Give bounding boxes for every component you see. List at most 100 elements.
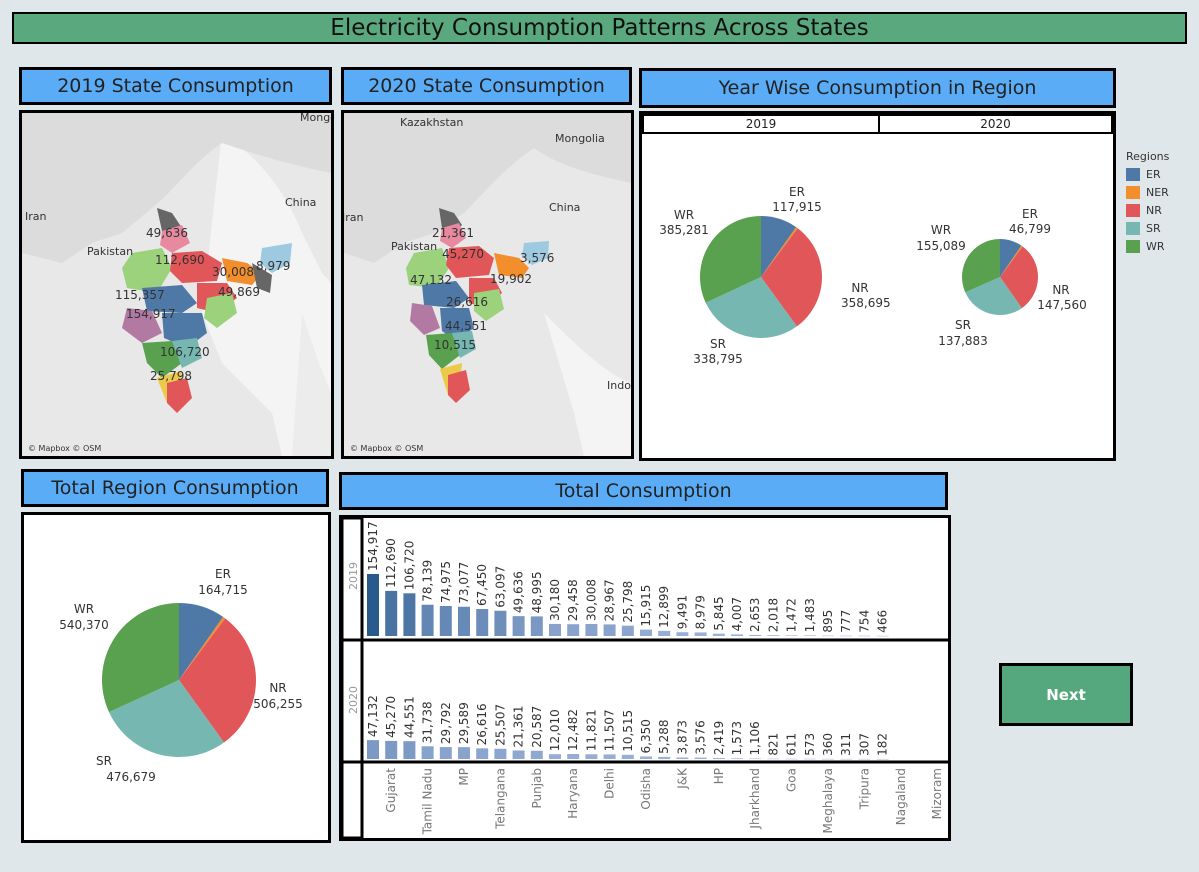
pie-2019[interactable] <box>700 216 822 338</box>
bar-2019-10[interactable] <box>549 623 561 636</box>
bar-2020-3[interactable] <box>421 746 434 759</box>
bar-value-label: 26,616 <box>475 703 489 745</box>
map-2020-value: 26,616 <box>446 295 488 309</box>
bar-2019-11[interactable] <box>567 624 580 636</box>
bar-2020-19[interactable] <box>712 758 725 759</box>
map-2020-value: 19,902 <box>490 272 532 286</box>
bar-value-label: 12,482 <box>566 709 580 751</box>
bar-value-label: 182 <box>876 733 890 756</box>
pie-total-label-er-name: ER <box>215 567 231 581</box>
bar-2020-10[interactable] <box>549 754 561 759</box>
bar-2020-26[interactable] <box>840 758 853 760</box>
bar-2020-23[interactable] <box>785 758 798 760</box>
bar-2020-21[interactable] <box>749 758 762 760</box>
pie-2020[interactable] <box>962 239 1038 315</box>
bar-2020-13[interactable] <box>603 754 616 759</box>
bar-2019-6[interactable] <box>476 609 489 636</box>
bar-2019-25[interactable] <box>822 635 834 637</box>
bar-2020-2[interactable] <box>403 741 416 759</box>
next-button[interactable]: Next <box>999 663 1133 726</box>
bar-2019-28[interactable] <box>876 635 889 637</box>
tab-2019[interactable]: 2019 <box>642 114 880 134</box>
bar-2020-0[interactable] <box>367 740 379 759</box>
bar-2019-24[interactable] <box>803 635 816 636</box>
bar-2019-0[interactable] <box>367 574 379 636</box>
bar-value-label: 29,458 <box>566 579 580 621</box>
bar-2019-13[interactable] <box>603 624 616 636</box>
bar-2019-23[interactable] <box>785 635 798 636</box>
legend-item-nr[interactable]: NR <box>1126 204 1196 217</box>
bar-value-label: 5,288 <box>657 720 671 754</box>
bar-2020-16[interactable] <box>658 756 671 759</box>
legend-item-ner[interactable]: NER <box>1126 186 1196 199</box>
bar-2019-21[interactable] <box>749 634 762 636</box>
bar-value-label: 573 <box>803 733 817 756</box>
category-label: MP <box>457 768 471 786</box>
category-label: Goa <box>785 768 799 792</box>
bar-2020-22[interactable] <box>767 758 780 760</box>
bar-2019-4[interactable] <box>439 605 452 636</box>
category-label: Telangana <box>493 768 507 830</box>
bar-2020-12[interactable] <box>585 754 598 759</box>
bar-2020-4[interactable] <box>439 747 452 759</box>
map-attribution[interactable]: © Mapbox © OSM <box>28 444 101 453</box>
bar-value-label: 48,995 <box>530 571 544 613</box>
bar-2020-1[interactable] <box>385 740 398 759</box>
map-2019-value: 49,869 <box>218 285 260 299</box>
bar-value-label: 311 <box>839 733 853 756</box>
bar-value-label: 1,483 <box>803 598 817 632</box>
bar-2019-8[interactable] <box>512 616 525 636</box>
bar-2019-1[interactable] <box>385 590 398 636</box>
bar-value-label: 466 <box>876 610 890 633</box>
bar-2019-15[interactable] <box>640 629 652 636</box>
pie-total-region[interactable] <box>102 603 256 757</box>
bar-2020-27[interactable] <box>858 758 871 760</box>
bar-2020-18[interactable] <box>694 757 707 759</box>
bar-value-label: 3,576 <box>694 720 708 754</box>
bar-2019-12[interactable] <box>585 623 598 636</box>
bar-2019-22[interactable] <box>767 635 780 636</box>
map-2020[interactable]: Kazakhstan Mongolia China Pakistan Iran … <box>341 110 634 459</box>
bar-2020-25[interactable] <box>822 758 834 760</box>
row-label-2019: 2019 <box>347 562 360 590</box>
legend-item-wr[interactable]: WR <box>1126 240 1196 253</box>
bar-2020-7[interactable] <box>494 748 507 759</box>
pie-2020-label-sr-name: SR <box>955 318 971 332</box>
bar-2019-20[interactable] <box>731 634 743 636</box>
bar-2019-17[interactable] <box>676 632 689 636</box>
bar-value-label: 154,917 <box>366 521 380 571</box>
bar-2019-2[interactable] <box>403 593 416 636</box>
tab-2020[interactable]: 2020 <box>878 114 1113 134</box>
bar-2019-14[interactable] <box>621 625 634 636</box>
bar-2019-3[interactable] <box>421 604 434 636</box>
bar-2020-17[interactable] <box>676 757 689 759</box>
bar-2020-20[interactable] <box>731 758 743 759</box>
bar-2019-26[interactable] <box>840 635 853 637</box>
bar-2019-7[interactable] <box>494 610 507 636</box>
bar-2019-27[interactable] <box>858 635 871 637</box>
map-2019-value: 49,636 <box>146 226 188 240</box>
bar-2020-5[interactable] <box>458 747 470 759</box>
bar-2020-14[interactable] <box>621 754 634 759</box>
bar-2019-18[interactable] <box>694 632 707 636</box>
category-label: Tamil Nadu <box>421 768 435 835</box>
map-attribution[interactable]: © Mapbox © OSM <box>350 444 423 453</box>
pie-2019-label-wr-value: 385,281 <box>659 223 709 237</box>
bar-value-label: 611 <box>785 733 799 756</box>
bar-2020-24[interactable] <box>803 758 816 760</box>
regions-legend: Regions ER NER NR SR WR <box>1126 150 1196 270</box>
bar-2019-5[interactable] <box>458 606 470 636</box>
bar-2020-28[interactable] <box>876 758 889 760</box>
legend-item-er[interactable]: ER <box>1126 168 1196 181</box>
bar-2019-19[interactable] <box>712 633 725 636</box>
bar-2020-15[interactable] <box>640 756 652 759</box>
bar-value-label: 106,720 <box>402 541 416 591</box>
legend-item-sr[interactable]: SR <box>1126 222 1196 235</box>
bar-2020-8[interactable] <box>512 750 525 759</box>
bar-2020-9[interactable] <box>530 750 543 759</box>
bar-2019-16[interactable] <box>658 630 671 636</box>
map-2019[interactable]: Iran Pakistan China Mongolia 49,636 112,… <box>19 110 334 459</box>
bar-2019-9[interactable] <box>530 616 543 636</box>
bar-2020-6[interactable] <box>476 748 489 759</box>
bar-2020-11[interactable] <box>567 754 580 759</box>
